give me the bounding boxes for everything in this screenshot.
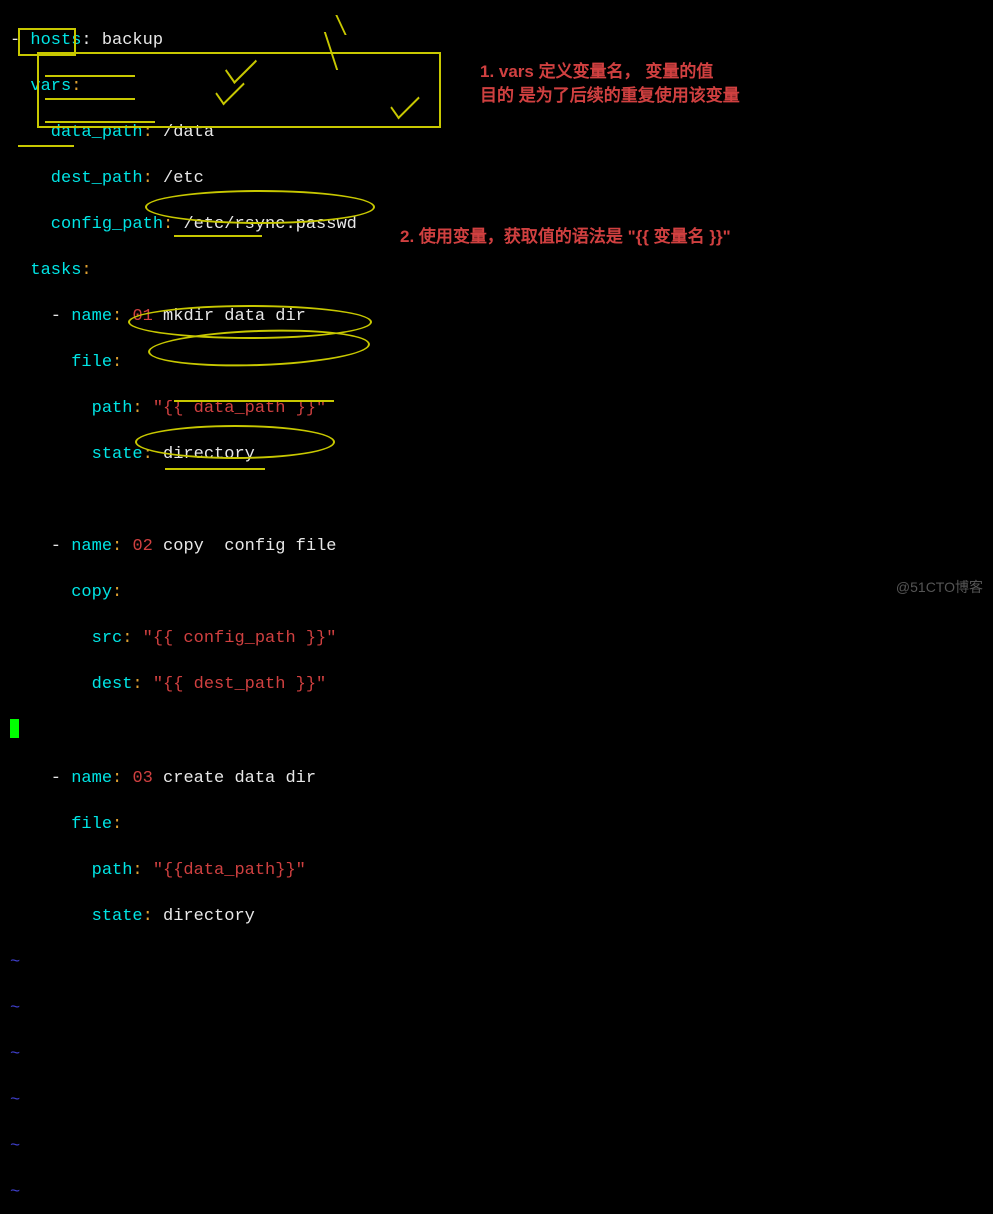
annotation-2: 2. 使用变量，获取值的语法是 "{{ 变量名 }}" <box>400 225 731 249</box>
highlight-ellipse <box>135 425 335 459</box>
cursor <box>10 719 19 738</box>
strikethrough <box>165 468 265 470</box>
underline <box>45 98 135 100</box>
highlight-ellipse <box>145 190 375 224</box>
underline <box>45 121 155 123</box>
underline <box>18 145 74 147</box>
code-block: - hosts: backup vars: data_path: /data d… <box>0 0 993 1214</box>
underline <box>45 75 135 77</box>
strikethrough <box>174 400 334 402</box>
strikethrough <box>174 235 262 237</box>
watermark: @51CTO博客 <box>896 576 983 599</box>
annotation-1: 1. vars 定义变量名， 变量的值 目的 是为了后续的重复使用该变量 <box>480 60 740 108</box>
